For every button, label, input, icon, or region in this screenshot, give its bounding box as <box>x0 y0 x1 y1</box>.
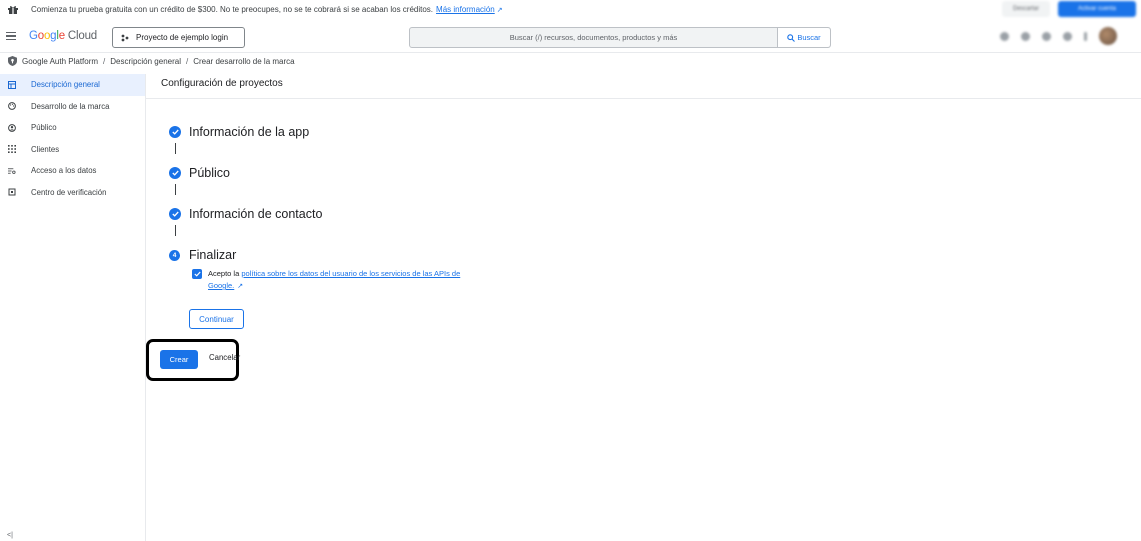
search-button[interactable]: Buscar <box>777 28 830 47</box>
activate-account-button[interactable]: Activar cuenta <box>1058 1 1136 17</box>
search-bar: Buscar <box>409 27 831 48</box>
menu-icon[interactable] <box>6 32 16 40</box>
step-app-info[interactable]: Información de la app <box>169 125 309 139</box>
breadcrumb: Google Auth Platform / Descripción gener… <box>8 55 295 67</box>
cancel-button[interactable]: Cancelar <box>209 353 240 362</box>
project-picker-button[interactable]: Proyecto de ejemplo login <box>112 27 245 48</box>
trial-banner: Comienza tu prueba gratuita con un crédi… <box>0 0 1141 19</box>
sidebar-item-overview[interactable]: Descripción general <box>0 74 145 96</box>
continue-button[interactable]: Continuar <box>189 309 244 329</box>
consent-checkbox[interactable] <box>192 269 202 279</box>
step-label: Público <box>189 166 230 180</box>
header-actions <box>1000 27 1117 45</box>
breadcrumb-item-auth-platform[interactable]: Google Auth Platform <box>22 57 98 66</box>
top-bar: Google Cloud Proyecto de ejemplo login Bu… <box>0 19 1141 53</box>
project-label: Proyecto de ejemplo login <box>136 33 229 42</box>
external-link-icon: ↗ <box>237 283 244 290</box>
collapse-sidebar-icon[interactable]: <| <box>7 532 13 539</box>
sidebar-item-label: Público <box>31 123 57 133</box>
sidebar-item-label: Centro de verificación <box>31 187 107 197</box>
step-number-badge: 4 <box>169 249 180 261</box>
grid-icon <box>8 145 16 154</box>
step-finish[interactable]: 4 Finalizar <box>169 248 236 262</box>
help-icon[interactable] <box>1063 31 1072 41</box>
step-connector <box>174 143 176 154</box>
data-access-icon <box>8 167 16 175</box>
sidebar-item-label: Acceso a los datos <box>31 166 97 176</box>
step-label: Finalizar <box>189 248 237 262</box>
step-audience[interactable]: Público <box>169 166 230 180</box>
sidebar-item-clients[interactable]: Clientes <box>0 139 145 161</box>
search-input[interactable] <box>410 28 777 47</box>
create-button[interactable]: Crear <box>160 350 198 369</box>
check-circle-icon <box>169 167 181 179</box>
external-link-icon: ↗ <box>496 6 503 14</box>
dashboard-icon <box>8 80 16 89</box>
page-title: Configuración de proyectos <box>161 78 283 89</box>
step-connector <box>174 225 176 236</box>
google-cloud-logo[interactable]: Google Cloud <box>29 30 97 42</box>
gift-icon[interactable] <box>1021 31 1030 41</box>
person-icon <box>8 123 16 132</box>
policy-consent: Acepto la política sobre los datos del u… <box>192 268 468 293</box>
avatar[interactable] <box>1099 27 1117 45</box>
sidebar: Descripción general Desarrollo de la mar… <box>0 74 146 541</box>
more-vert-icon[interactable] <box>1084 31 1087 41</box>
sidebar-item-label: Clientes <box>31 144 60 154</box>
consent-text: Acepto la política sobre los datos del u… <box>208 269 461 290</box>
sidebar-item-label: Desarrollo de la marca <box>31 101 110 111</box>
shield-icon <box>8 56 17 66</box>
main-header: Configuración de proyectos <box>146 72 1141 99</box>
step-label: Información de contacto <box>189 207 323 221</box>
step-label: Información de la app <box>189 125 310 139</box>
palette-icon <box>8 102 16 111</box>
step-contact-info[interactable]: Información de contacto <box>169 207 322 221</box>
sidebar-item-label: Descripción general <box>31 80 100 90</box>
sidebar-item-data-access[interactable]: Acceso a los datos <box>0 160 145 182</box>
notifications-icon[interactable] <box>1042 31 1051 41</box>
breadcrumb-separator: / <box>185 56 189 66</box>
breadcrumb-separator: / <box>103 56 106 66</box>
sidebar-item-branding[interactable]: Desarrollo de la marca <box>0 96 145 118</box>
search-icon <box>787 33 796 42</box>
sidebar-item-verification-center[interactable]: Centro de verificación <box>0 182 145 204</box>
banner-text: Comienza tu prueba gratuita con un crédi… <box>31 5 434 14</box>
step-connector <box>174 184 176 195</box>
cloud-shell-icon[interactable] <box>1000 31 1009 41</box>
dismiss-button[interactable]: Descartar <box>1002 1 1050 17</box>
project-icon <box>121 34 129 41</box>
verification-icon <box>8 188 16 196</box>
banner-more-info-link[interactable]: Más información <box>436 5 495 14</box>
check-circle-icon <box>169 208 181 220</box>
check-circle-icon <box>169 126 181 138</box>
breadcrumb-item-overview[interactable]: Descripción general <box>110 57 181 66</box>
breadcrumb-item-create-branding: Crear desarrollo de la marca <box>193 56 295 66</box>
user-data-policy-link[interactable]: política sobre los datos del usuario de … <box>208 269 460 290</box>
gift-icon <box>8 6 18 14</box>
sidebar-item-audience[interactable]: Público <box>0 117 145 139</box>
